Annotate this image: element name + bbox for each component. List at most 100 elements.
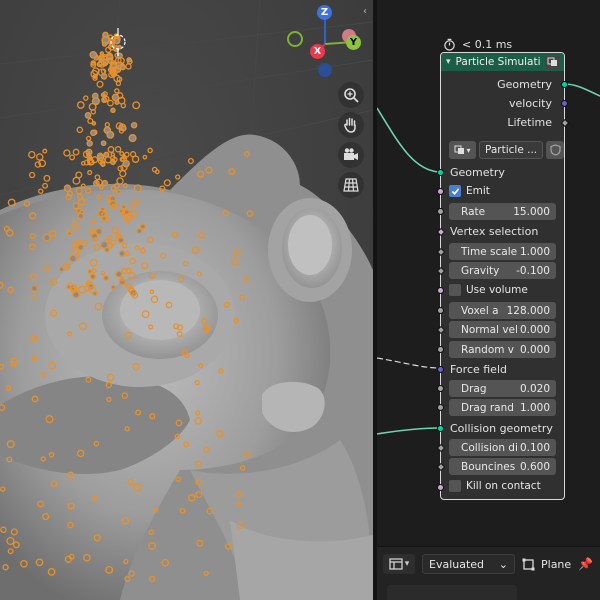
camera-icon[interactable]: [338, 142, 364, 168]
grid-icon[interactable]: [338, 172, 364, 198]
output-velocity-socket[interactable]: [561, 100, 568, 107]
cache-type-dropdown[interactable]: ▾: [449, 141, 476, 159]
collision-di-field[interactable]: Collision di 0.100: [449, 439, 556, 456]
particle: [92, 290, 98, 297]
use-volume-socket[interactable]: [437, 287, 444, 294]
timing-text: < 0.1 ms: [462, 37, 513, 51]
collapse-chevron-icon[interactable]: ▾: [446, 57, 451, 67]
particle: [90, 129, 97, 137]
random-v-socket[interactable]: [437, 346, 444, 353]
normal-vel-label: Normal vel: [461, 323, 518, 336]
stopwatch-icon: [444, 38, 455, 51]
particle: [89, 273, 96, 280]
drag-field[interactable]: Drag 0.020: [449, 380, 556, 397]
kill-on-contact-checkbox[interactable]: Kill on contact: [449, 480, 541, 492]
emit-label: Emit: [466, 185, 490, 197]
bounciness-field[interactable]: Bouncines 0.600: [449, 458, 556, 475]
object-bounds-icon: [522, 558, 535, 570]
particle: [114, 99, 120, 106]
emit-check-box[interactable]: [449, 185, 461, 197]
particle: [130, 121, 138, 129]
kill-on-contact-check-box[interactable]: [449, 480, 461, 492]
sidebar-toggle-icon[interactable]: ‹: [363, 6, 373, 20]
node-editor[interactable]: < 0.1 ms ▾ Particle Simulation Geometry …: [377, 0, 600, 546]
output-velocity: velocity: [441, 94, 564, 113]
particle: [115, 270, 123, 278]
rate-socket[interactable]: [437, 208, 444, 215]
particle: [66, 284, 71, 290]
particle: [103, 275, 109, 282]
voxel-socket[interactable]: [437, 307, 444, 314]
rate-value: 15.000: [513, 205, 550, 218]
particle: [91, 121, 97, 126]
emit-checkbox[interactable]: Emit: [449, 185, 490, 197]
node-header[interactable]: ▾ Particle Simulation: [441, 53, 564, 71]
particle: [99, 51, 105, 56]
gizmo-axis-y[interactable]: Y: [346, 35, 361, 50]
particle: [68, 254, 78, 263]
particle: [89, 50, 98, 59]
voxel-field[interactable]: Voxel a 128.000: [449, 302, 556, 319]
output-geometry: Geometry: [441, 75, 564, 94]
pin-icon[interactable]: 📌: [578, 557, 593, 571]
random-v-field[interactable]: Random v 0.000: [449, 341, 556, 358]
output-lifetime: Lifetime: [441, 113, 564, 132]
collision-geometry-socket[interactable]: [437, 425, 444, 432]
particle: [72, 202, 80, 210]
use-volume-check-box[interactable]: [449, 284, 461, 296]
input-geometry-socket[interactable]: [437, 169, 444, 176]
node-group-icon[interactable]: [545, 55, 560, 69]
particle: [67, 231, 72, 236]
gravity-field[interactable]: Gravity -0.100: [449, 262, 556, 279]
active-object[interactable]: Plane: [522, 558, 571, 571]
3d-viewport[interactable]: Z X Y ‹: [0, 0, 373, 600]
drag-label: Drag: [461, 382, 487, 395]
particle: [122, 183, 128, 189]
rate-field[interactable]: Rate 15.000: [449, 203, 556, 220]
hand-pan-icon[interactable]: [338, 112, 364, 138]
normal-vel-field[interactable]: Normal vel 0.000: [449, 321, 556, 338]
kill-on-contact-label: Kill on contact: [466, 480, 541, 492]
drag-rand-value: 1.000: [519, 401, 550, 414]
cache-icon: [454, 145, 465, 154]
cache-name-field[interactable]: Particle ...: [479, 141, 543, 159]
particle: [139, 223, 146, 230]
voxel-value: 128.000: [506, 304, 550, 317]
gizmo-neg-z: [318, 63, 332, 77]
drag-rand-field[interactable]: Drag rand 1.000: [449, 399, 556, 416]
kill-on-contact-socket[interactable]: [437, 484, 444, 491]
drag-rand-socket[interactable]: [437, 404, 444, 411]
use-volume-checkbox[interactable]: Use volume: [449, 284, 528, 296]
particle: [100, 161, 106, 167]
particle: [116, 189, 122, 195]
particle-simulation-node[interactable]: ▾ Particle Simulation Geometry velocity …: [436, 52, 570, 500]
particle: [75, 187, 83, 195]
editor-type-button[interactable]: ▾: [383, 554, 415, 574]
particle: [110, 107, 116, 114]
force-field-socket[interactable]: [437, 366, 444, 373]
particle: [118, 250, 126, 257]
drag-rand-label: Drag rand: [461, 401, 514, 414]
particle: [106, 130, 115, 139]
fake-user-shield-icon[interactable]: [546, 141, 564, 159]
output-geometry-socket[interactable]: [561, 81, 568, 88]
properties-tab-strip: [387, 585, 517, 600]
random-v-value: 0.000: [519, 343, 550, 356]
time-scale-label: Time scale: [461, 245, 518, 258]
force-field-label: Force field: [450, 363, 507, 376]
gizmo-axis-z[interactable]: Z: [317, 5, 332, 20]
use-volume-label: Use volume: [466, 284, 528, 296]
time-scale-field[interactable]: Time scale 1.000: [449, 243, 556, 260]
input-geometry-label: Geometry: [450, 166, 505, 179]
evaluation-mode-select[interactable]: Evaluated ⌄: [422, 554, 515, 574]
zoom-icon[interactable]: [338, 82, 364, 108]
drag-socket[interactable]: [437, 385, 444, 392]
output-geometry-label: Geometry: [497, 78, 552, 91]
particle: [136, 227, 143, 235]
gizmo-axis-x[interactable]: X: [310, 44, 325, 59]
particle: [111, 93, 120, 102]
emit-socket[interactable]: [437, 188, 444, 195]
chevron-down-icon: ▾: [404, 559, 410, 569]
checkmark-icon: [451, 187, 459, 195]
particle: [113, 37, 121, 45]
